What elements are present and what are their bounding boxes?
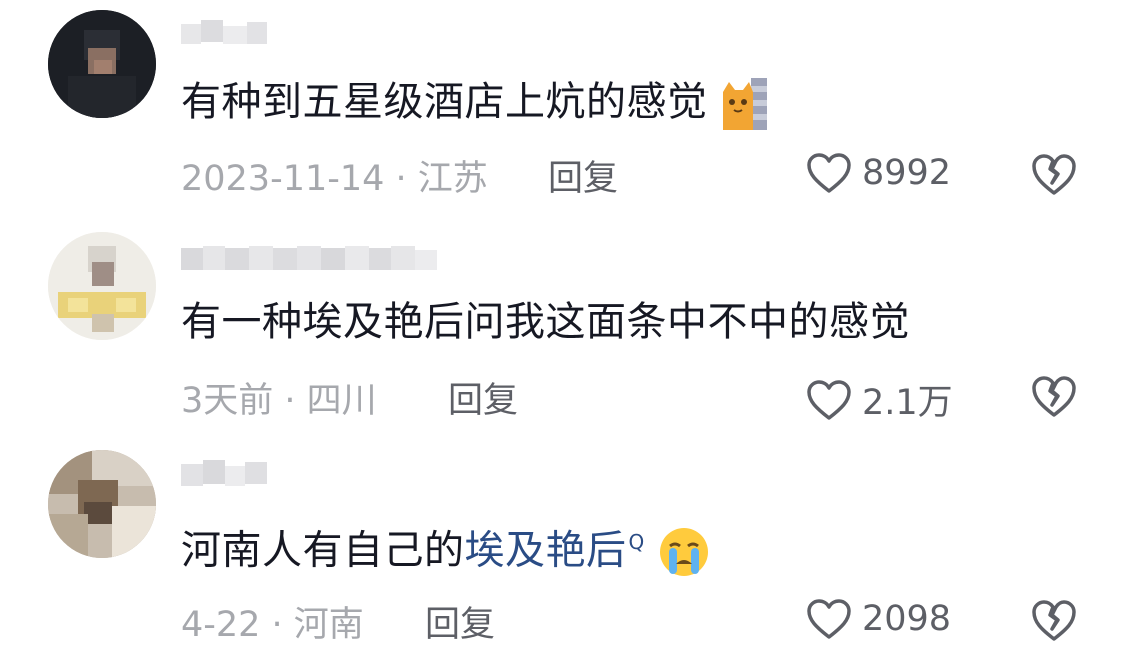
- reply-button[interactable]: 回复: [548, 150, 618, 201]
- avatar-image: [48, 10, 156, 118]
- comment-meta: 4-22 · 河南: [181, 605, 364, 645]
- like-count: 2098: [862, 599, 952, 639]
- avatar-image: [48, 232, 156, 340]
- like-button[interactable]: 2098: [806, 598, 951, 640]
- heart-icon: [807, 153, 851, 193]
- avatar[interactable]: [48, 450, 156, 558]
- search-link[interactable]: 埃及艳后: [465, 527, 627, 573]
- heart-icon: [807, 599, 851, 639]
- reply-button[interactable]: 回复: [448, 372, 518, 423]
- username-blurred[interactable]: [181, 456, 461, 492]
- search-icon[interactable]: Q: [629, 530, 645, 554]
- broken-heart-icon[interactable]: [1030, 598, 1078, 642]
- comment-text: 有种到五星级酒店上炕的感觉: [181, 76, 769, 130]
- like-count: 8992: [862, 153, 952, 193]
- broken-heart-icon[interactable]: [1030, 374, 1078, 418]
- heart-icon: [807, 379, 851, 420]
- avatar[interactable]: [48, 10, 156, 118]
- like-button[interactable]: 2.1万: [806, 374, 953, 425]
- cat-peeking-emoji: [722, 78, 767, 130]
- like-count: 2.1万: [862, 383, 953, 423]
- comment-text: 有一种埃及艳后问我这面条中不中的感觉: [181, 299, 910, 345]
- comment-text: 河南人有自己的埃及艳后 Q: [181, 516, 710, 578]
- avatar[interactable]: [48, 232, 156, 340]
- username-blurred[interactable]: [181, 16, 461, 52]
- like-button[interactable]: 8992: [806, 152, 951, 194]
- comment-item: 有种到五星级酒店上炕的感觉 2023-11-14 · 江苏 回复 8992: [0, 0, 1125, 218]
- username-blurred[interactable]: [181, 240, 461, 276]
- comment-item: 有一种埃及艳后问我这面条中不中的感觉 3天前 · 四川 回复 2.1万: [0, 218, 1125, 436]
- comment-meta: 2023-11-14 · 江苏: [181, 159, 488, 199]
- broken-heart-icon[interactable]: [1030, 152, 1078, 196]
- comment-item: 河南人有自己的埃及艳后 Q 4-22 · 河南 回复 2098: [0, 436, 1125, 654]
- reply-button[interactable]: 回复: [425, 596, 495, 647]
- comment-meta: 3天前 · 四川: [181, 381, 377, 421]
- crying-face-emoji: [659, 528, 708, 577]
- avatar-image: [48, 450, 156, 558]
